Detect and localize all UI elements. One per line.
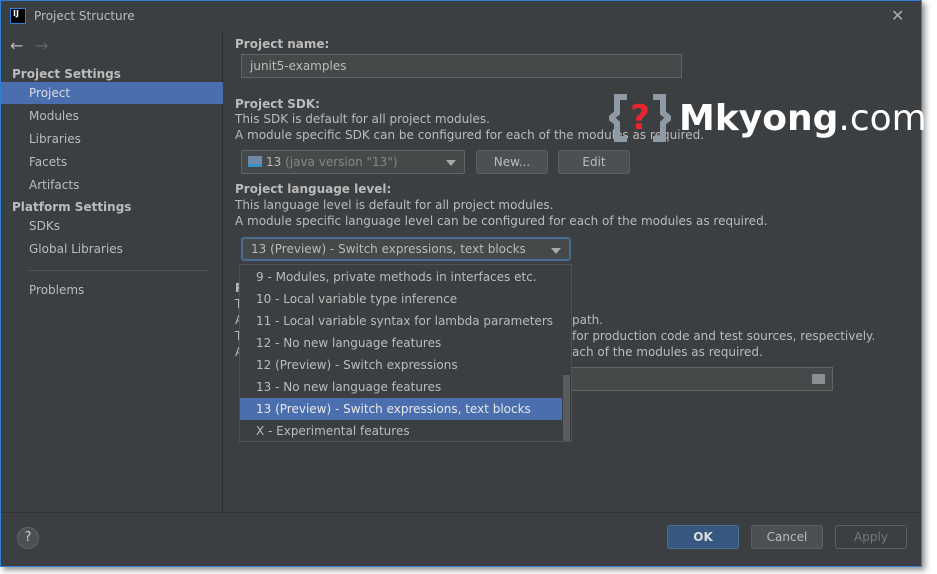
edit-sdk-button[interactable]: Edit <box>558 150 630 174</box>
dropdown-option[interactable]: 12 - No new language features <box>240 332 562 354</box>
sidebar-item-problems[interactable]: Problems <box>1 279 223 301</box>
new-sdk-button[interactable]: New... <box>476 150 548 174</box>
section-project-settings: Project Settings <box>12 67 121 81</box>
sdk-select[interactable]: 13 (java version "13") <box>241 150 465 174</box>
sdk-version: 13 <box>266 155 282 169</box>
sidebar-item-artifacts[interactable]: Artifacts <box>1 174 223 196</box>
watermark-brand: Mkyong <box>679 97 839 139</box>
dropdown-option[interactable]: 10 - Local variable type inference <box>240 288 562 310</box>
sdk-version-detail: (java version "13") <box>285 155 398 169</box>
folder-open-icon[interactable] <box>812 374 825 384</box>
cancel-button[interactable]: Cancel <box>751 525 823 549</box>
project-name-label: Project name: <box>235 37 330 51</box>
apply-button[interactable]: Apply <box>835 525 907 549</box>
language-level-label: Project language level: <box>235 182 392 196</box>
language-level-dropdown: 9 - Modules, private methods in interfac… <box>239 264 572 442</box>
dropdown-option[interactable]: 12 (Preview) - Switch expressions <box>240 354 562 376</box>
dropdown-option-selected[interactable]: 13 (Preview) - Switch expressions, text … <box>240 398 562 420</box>
language-level-value: 13 (Preview) - Switch expressions, text … <box>251 242 526 256</box>
divider <box>29 270 209 271</box>
dropdown-option[interactable]: X - Experimental features <box>240 420 562 442</box>
language-level-select[interactable]: 13 (Preview) - Switch expressions, text … <box>241 237 571 261</box>
help-button[interactable]: ? <box>17 527 39 549</box>
sidebar-item-modules[interactable]: Modules <box>1 105 223 127</box>
title-bar: IJ Project Structure ✕ <box>1 1 921 31</box>
dialog-footer: ? OK Cancel Apply <box>1 512 921 566</box>
intellij-icon: IJ <box>10 8 26 24</box>
dropdown-scrollbar[interactable] <box>563 375 570 441</box>
language-level-description-2: A module specific language level can be … <box>235 214 768 228</box>
sidebar-item-libraries[interactable]: Libraries <box>1 128 223 150</box>
sidebar-item-project[interactable]: Project <box>1 82 223 104</box>
back-arrow-icon[interactable]: ← <box>10 36 23 55</box>
forward-arrow-icon[interactable]: → <box>35 36 48 55</box>
text-fragment: ach of the modules as required. <box>572 345 763 359</box>
text-fragment: path. <box>572 313 604 327</box>
dropdown-option[interactable]: 13 - No new language features <box>240 376 562 398</box>
project-structure-dialog: IJ Project Structure ✕ ← → Project Setti… <box>0 0 927 567</box>
dropdown-option[interactable]: 11 - Local variable syntax for lambda pa… <box>240 310 562 332</box>
sidebar: ← → Project Settings Project Modules Lib… <box>1 31 223 512</box>
chevron-down-icon <box>551 248 561 254</box>
mkyong-watermark: ? Mkyong .com <box>609 93 927 143</box>
sdk-description-1: This SDK is default for all project modu… <box>235 112 490 126</box>
sidebar-item-global-libraries[interactable]: Global Libraries <box>1 238 223 260</box>
sidebar-item-sdks[interactable]: SDKs <box>1 215 223 237</box>
watermark-suffix: .com <box>838 97 927 139</box>
chevron-down-icon <box>446 160 456 166</box>
language-level-description-1: This language level is default for all p… <box>235 198 554 212</box>
mkyong-logo-icon: ? <box>609 94 671 142</box>
ok-button[interactable]: OK <box>667 525 739 549</box>
text-fragment: for production code and test sources, re… <box>572 329 876 343</box>
sdk-folder-icon <box>248 156 262 167</box>
project-name-input[interactable]: junit5-examples <box>241 54 682 78</box>
close-icon[interactable]: ✕ <box>891 6 904 25</box>
sidebar-item-facets[interactable]: Facets <box>1 151 223 173</box>
dropdown-option[interactable]: 9 - Modules, private methods in interfac… <box>240 266 562 288</box>
window-title: Project Structure <box>34 9 135 23</box>
project-sdk-label: Project SDK: <box>235 97 320 111</box>
section-platform-settings: Platform Settings <box>12 200 132 214</box>
svg-text:?: ? <box>630 98 650 138</box>
